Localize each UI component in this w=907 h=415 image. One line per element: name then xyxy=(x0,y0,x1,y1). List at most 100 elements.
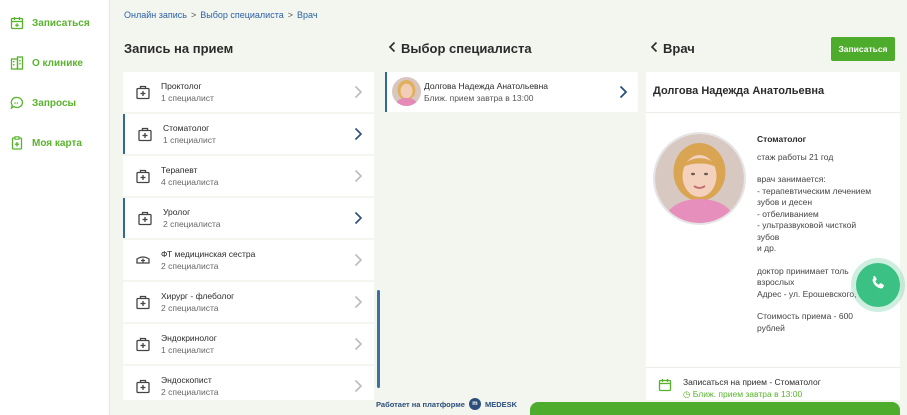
specialty-count: 2 специалиста xyxy=(163,219,221,229)
nurse-cap-icon xyxy=(135,252,151,268)
footer-text: Работает на платформе xyxy=(376,399,465,409)
specialty-list-item[interactable]: Проктолог 1 специалист xyxy=(123,72,374,112)
specialty-list-item[interactable]: Стоматолог 1 специалист xyxy=(123,114,374,154)
specialty-list-item[interactable]: Терапевт 4 специалиста xyxy=(123,156,374,196)
platform-footer: Работает на платформе m MEDESK xyxy=(376,398,517,410)
specialty-count: 2 специалиста xyxy=(161,387,219,397)
sidebar-item-about[interactable]: О клинике xyxy=(10,53,83,73)
medical-card-icon xyxy=(10,136,24,150)
specialty-count: 2 специалиста xyxy=(161,303,219,313)
sidebar: Записаться О клинике Запросы Моя карта xyxy=(0,0,110,415)
signup-button[interactable]: Записаться xyxy=(831,37,895,61)
breadcrumb-specialist-choice[interactable]: Выбор специалиста xyxy=(200,10,284,20)
chat-icon xyxy=(10,96,24,110)
specialty-name: Эндокринолог xyxy=(161,333,217,343)
sidebar-item-requests[interactable]: Запросы xyxy=(10,93,76,113)
chevron-right-icon xyxy=(617,84,629,100)
chevron-right-icon xyxy=(352,210,364,226)
specialty-name: Эндоскопист xyxy=(161,375,212,385)
specialty-name: Уролог xyxy=(163,207,191,217)
specialty-list-item[interactable]: Уролог 2 специалиста xyxy=(123,198,374,238)
column-title-appointment: Запись на прием xyxy=(124,41,234,56)
divider xyxy=(646,112,900,113)
sidebar-item-label: Запросы xyxy=(32,97,77,109)
clock-icon: ◷ xyxy=(683,389,691,399)
doctor-card: Долгова Надежда Анатольевна Стоматолог с… xyxy=(646,72,900,400)
building-icon xyxy=(10,56,24,70)
calendar-icon xyxy=(658,378,672,392)
back-chevron-icon[interactable] xyxy=(388,41,396,56)
column-title-specialist[interactable]: Выбор специалиста xyxy=(388,41,532,56)
specialty-list-item[interactable]: ФТ медицинская сестра 2 специалиста xyxy=(123,240,374,280)
doctor-does-line: зубов xyxy=(757,231,780,242)
doctor-price-line: Стоимость приема - 600 xyxy=(757,311,854,321)
doctor-does-line: - терапевтическим лечением xyxy=(757,185,872,196)
doctor-photo xyxy=(653,132,746,225)
sidebar-item-label: О клинике xyxy=(32,57,83,69)
phone-icon xyxy=(869,274,887,297)
chevron-right-icon xyxy=(352,84,364,100)
specialty-count: 2 специалиста xyxy=(161,261,219,271)
sidebar-item-my-card[interactable]: Моя карта xyxy=(10,133,82,153)
doctor-does-line: и др. xyxy=(757,243,777,253)
chevron-right-icon xyxy=(352,252,364,268)
chevron-right-icon xyxy=(352,336,364,352)
specialty-list-item[interactable]: Эндокринолог 1 специалист xyxy=(123,324,374,364)
calendar-icon xyxy=(10,16,24,30)
medical-bag-icon xyxy=(135,84,151,100)
column-title-doctor[interactable]: Врач xyxy=(650,41,695,56)
column-title-label: Выбор специалиста xyxy=(401,41,532,56)
sidebar-item-label: Записаться xyxy=(32,17,90,29)
doctor-nearest-slot: Ближ. прием завтра в 13:00 xyxy=(424,93,534,103)
specialty-count: 1 специалист xyxy=(161,93,214,103)
scrollbar[interactable] xyxy=(377,290,380,388)
doctor-price-line: рублей xyxy=(757,322,785,333)
breadcrumb: Онлайн запись > Выбор специалиста > Врач xyxy=(124,10,318,20)
breadcrumb-online-booking[interactable]: Онлайн запись xyxy=(124,10,187,20)
book-nearest-text: Ближ. прием завтра в 13:00 xyxy=(692,389,803,399)
back-chevron-icon[interactable] xyxy=(650,41,658,56)
footer-brand[interactable]: MEDESK xyxy=(485,400,517,409)
call-button[interactable] xyxy=(856,263,900,307)
specialty-list-item[interactable]: Хирург - флеболог 2 специалиста xyxy=(123,282,374,322)
medesk-logo-icon: m xyxy=(468,398,481,410)
medical-bag-icon xyxy=(135,168,151,184)
medical-bag-icon xyxy=(135,378,151,394)
specialty-count: 1 специалист xyxy=(163,135,216,145)
specialty-name: Хирург - флеболог xyxy=(161,291,235,301)
doctor-does-title: врач занимается: xyxy=(757,174,826,184)
doctor-card-title: Долгова Надежда Анатольевна xyxy=(653,85,825,97)
sidebar-item-book[interactable]: Записаться xyxy=(10,13,90,33)
doctor-specialty: Стоматолог xyxy=(757,134,807,144)
book-appointment-link[interactable]: Записаться на прием - Стоматолог xyxy=(683,377,821,387)
divider xyxy=(646,367,900,368)
chevron-right-icon xyxy=(352,378,364,394)
doctor-does-line: зубов и десен xyxy=(757,197,813,207)
chevron-right-icon xyxy=(352,126,364,142)
specialty-count: 1 специалист xyxy=(161,345,214,355)
chevron-right-icon xyxy=(352,168,364,184)
breadcrumb-doctor[interactable]: Врач xyxy=(297,10,318,20)
medical-bag-icon xyxy=(135,336,151,352)
medical-bag-icon xyxy=(135,294,151,310)
doctor-experience: стаж работы 21 год xyxy=(757,151,834,162)
bottom-banner[interactable] xyxy=(530,402,900,415)
specialty-name: Терапевт xyxy=(161,165,198,175)
doctor-does-line: - отбеливанием xyxy=(757,208,819,219)
medical-bag-icon xyxy=(137,126,153,142)
doctor-list-item[interactable]: Долгова Надежда Анатольевна Ближ. прием … xyxy=(385,72,638,112)
medical-bag-icon xyxy=(137,210,153,226)
breadcrumb-separator: > xyxy=(190,10,197,20)
specialty-name: Проктолог xyxy=(161,81,202,91)
chevron-right-icon xyxy=(352,294,364,310)
specialty-name: Стоматолог xyxy=(163,123,210,133)
specialty-name: ФТ медицинская сестра xyxy=(161,249,256,259)
specialty-count: 4 специалиста xyxy=(161,177,219,187)
book-nearest-slot: ◷ Ближ. прием завтра в 13:00 xyxy=(683,389,802,400)
specialty-list: Проктолог 1 специалист Стоматолог 1 специал… xyxy=(123,72,374,400)
breadcrumb-separator: > xyxy=(287,10,293,20)
doctor-name: Долгова Надежда Анатольевна xyxy=(424,81,548,91)
sidebar-item-label: Моя карта xyxy=(32,137,82,149)
specialty-list-item[interactable]: Эндоскопист 2 специалиста xyxy=(123,366,374,400)
doctor-avatar xyxy=(392,77,421,106)
